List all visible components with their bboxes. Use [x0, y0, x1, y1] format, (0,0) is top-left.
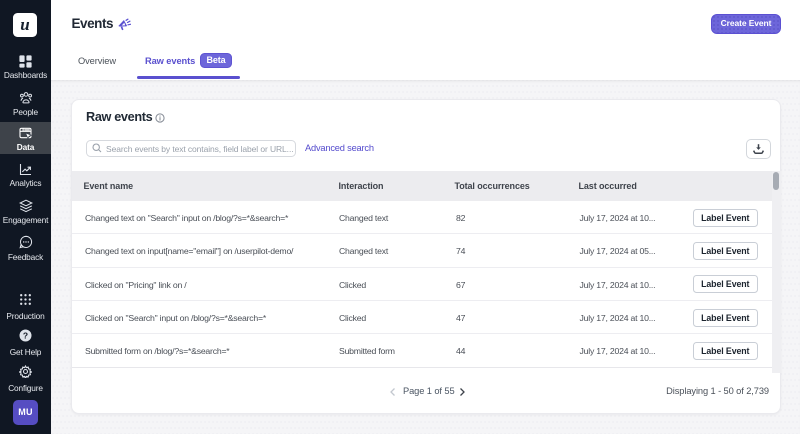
svg-text:?: ? [23, 330, 28, 340]
